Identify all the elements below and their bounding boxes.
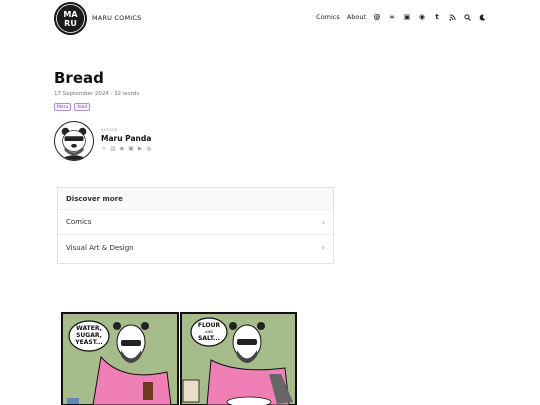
comic-panel-2-bubble-line-2: AND — [205, 330, 213, 334]
comic-image: WATER, SUGAR, YEAST... FLOUR AND SALT... — [61, 312, 297, 405]
youtube-icon[interactable]: ▶ — [137, 146, 143, 152]
rss-icon[interactable] — [448, 13, 456, 21]
comic-panel-2: FLOUR AND SALT... — [180, 312, 297, 405]
tag-list: Maru food — [54, 103, 91, 111]
author-name[interactable]: Maru Panda — [101, 134, 151, 143]
discover-item-comics[interactable]: Comics › — [58, 210, 333, 235]
discover-item-label: Visual Art & Design — [66, 243, 134, 252]
reddit-icon[interactable]: ◉ — [418, 13, 426, 21]
tumblr-icon[interactable]: t — [433, 13, 441, 21]
tag-food[interactable]: food — [74, 103, 91, 111]
bank-icon[interactable]: ▥ — [110, 146, 116, 152]
comic-panel-2-bubble-line-3: SALT... — [198, 335, 220, 342]
globe-icon[interactable]: ◍ — [146, 146, 152, 152]
discover-item-label: Comics — [66, 218, 92, 226]
author-social-links: ∞ ▥ ◉ ▣ ▶ ◍ — [101, 146, 152, 152]
comic-panel-1: WATER, SUGAR, YEAST... — [61, 312, 179, 405]
search-icon[interactable] — [463, 13, 471, 21]
tag-maru[interactable]: Maru — [54, 103, 72, 111]
link-icon[interactable]: ∞ — [101, 146, 107, 152]
reddit-icon[interactable]: ◉ — [119, 146, 125, 152]
svg-text:MA: MA — [63, 10, 78, 19]
top-nav: Comics About @ ∞ ▣ ◉ t — [316, 13, 486, 21]
discover-more-heading: Discover more — [58, 188, 333, 210]
discover-more-panel: Discover more Comics › Visual Art & Desi… — [57, 187, 334, 264]
dark-mode-icon[interactable] — [478, 13, 486, 21]
author-avatar[interactable] — [54, 121, 94, 161]
post-meta: 17 September 2024 · 32 words — [54, 91, 140, 97]
nav-about[interactable]: About — [347, 13, 366, 21]
svg-text:RU: RU — [64, 19, 77, 28]
site-name[interactable]: MARU COMICS — [92, 14, 141, 22]
comic-panel-1-bubble-line-2: SUGAR, — [76, 332, 102, 339]
site-logo[interactable]: MA RU — [54, 2, 87, 35]
chevron-right-icon: › — [321, 243, 325, 252]
discover-item-visual-art[interactable]: Visual Art & Design › — [58, 235, 333, 260]
author-label: AUTHOR — [101, 128, 118, 132]
at-icon[interactable]: @ — [373, 13, 381, 21]
link-icon[interactable]: ∞ — [388, 13, 396, 21]
mastodon-icon[interactable]: ▣ — [403, 13, 411, 21]
nav-comics[interactable]: Comics — [316, 13, 340, 21]
mastodon-icon[interactable]: ▣ — [128, 146, 134, 152]
chevron-right-icon: › — [321, 217, 325, 227]
comic-panel-1-bubble-line-1: WATER, — [76, 325, 102, 332]
comic-panel-2-bubble-line-1: FLOUR — [198, 322, 221, 329]
comic-panel-1-bubble-line-3: YEAST... — [74, 339, 102, 346]
post-title: Bread — [54, 69, 104, 87]
